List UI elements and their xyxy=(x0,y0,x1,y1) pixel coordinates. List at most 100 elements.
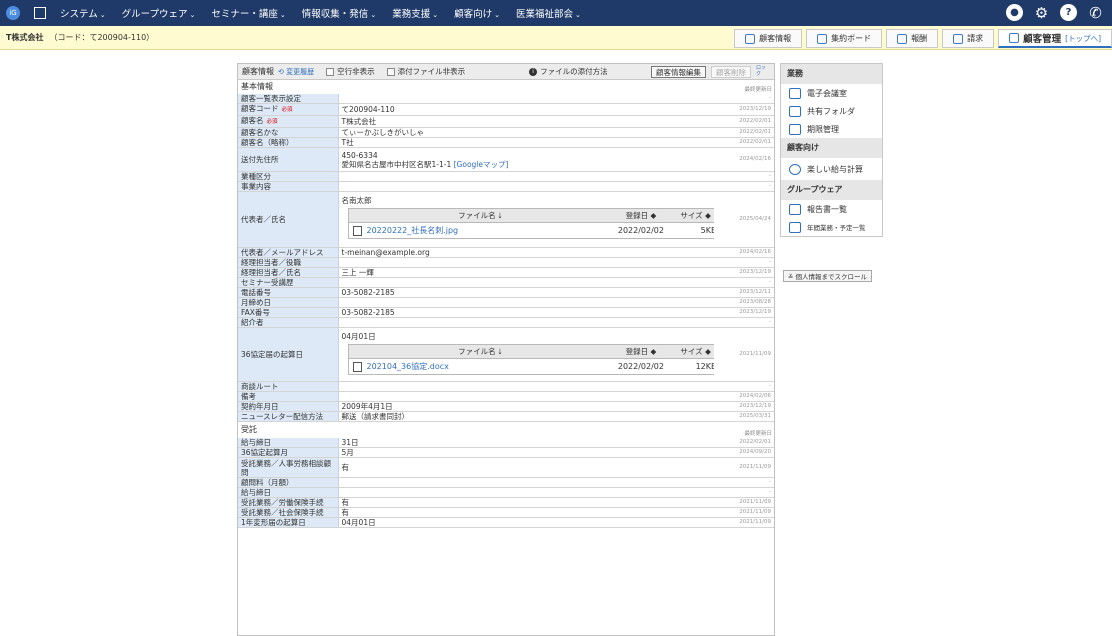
help-icon[interactable]: ? xyxy=(1060,4,1077,21)
table-row: ニュースレター配信方法 郵送（請求書同封） 2025/03/31 xyxy=(238,411,774,423)
table-row: 顧客名（略称） T社 2022/02/01 xyxy=(238,137,774,149)
table-row: セミナー受講歴 - xyxy=(238,277,774,289)
nav-item-customer[interactable]: 顧客向け ⌄ xyxy=(454,6,500,20)
file-row: 202104_36協定.docx2022/02/0212KB xyxy=(349,359,714,374)
sort-filename[interactable]: ファイル名 ⭣ xyxy=(349,347,612,356)
table-row: 紹介者 - xyxy=(238,317,774,329)
word-file-icon xyxy=(352,361,362,372)
hide-blank-checkbox[interactable]: 空行非表示 xyxy=(326,66,375,77)
table-row: 業種区分 - xyxy=(238,171,774,183)
updated-header: 最終更新日 xyxy=(744,431,772,438)
calendar-icon xyxy=(789,221,801,233)
table-row: 顧客コード 必須 て200904-110 2023/12/19 xyxy=(238,103,774,117)
required-badge: 必須 xyxy=(281,107,293,114)
tab-customer-info[interactable]: 顧客情報 xyxy=(734,29,803,48)
table-row: 契約年月日 2009年4月1日 2023/12/19 xyxy=(238,401,774,413)
chevron-down-icon: ⌄ xyxy=(494,11,500,19)
tab-board[interactable]: 集約ボード xyxy=(806,29,883,48)
side-item-conference[interactable]: 電子会議室 xyxy=(781,84,882,102)
chevron-down-icon: ⌄ xyxy=(370,11,377,19)
nav-item-info[interactable]: 情報収集・発信 ⌄ xyxy=(302,6,376,20)
side-section-business: 業務 xyxy=(781,64,882,84)
side-menu: 業務 電子会議室 共有フォルダ 期限管理 顧客向け 楽しい給与計算 グループウェ… xyxy=(780,63,883,237)
tab-invoice[interactable]: 請求 xyxy=(942,29,995,48)
nav-menu: システム ⌄ グループウェア ⌄ セミナー・講座 ⌄ 情報収集・発信 ⌄ 業務支援 ⌄ 顧… xyxy=(60,6,597,20)
side-item-shared-folder[interactable]: 共有フォルダ xyxy=(781,102,882,120)
nav-item-medical[interactable]: 医業福祉部会 ⌄ xyxy=(516,6,581,20)
yen-icon xyxy=(789,163,801,175)
history-link[interactable]: ⟲ 変更履歴 xyxy=(278,67,314,77)
user-icon[interactable]: ● xyxy=(1006,4,1023,21)
file-table-header: ファイル名 ⭣ 登録日 ◆ サイズ ◆ xyxy=(348,345,714,360)
sort-date[interactable]: 登録日 ◆ xyxy=(611,347,671,356)
table-row: 経理担当者／氏名 三上 一輝 2023/12/19 xyxy=(238,267,774,279)
table-row: 顧問料（月額） - xyxy=(238,477,774,489)
updated-header: 最終更新日 xyxy=(744,87,772,93)
chevron-down-icon: ⌄ xyxy=(99,11,106,19)
nav-item-system[interactable]: システム ⌄ xyxy=(60,6,106,20)
file-link[interactable]: 20220222_社長名刺.jpg xyxy=(367,226,459,235)
table-row: 代表者／メールアドレス t-meinan@example.org 2024/02/1… xyxy=(238,247,774,259)
table-row: 商談ルート - xyxy=(238,381,774,393)
side-item-annual-schedule[interactable]: 年間業務・予定一覧 xyxy=(781,218,882,236)
top-nav: iG システム ⌄ グループウェア ⌄ セミナー・講座 ⌄ 情報収集・発信 ⌄ 業務支援… xyxy=(0,0,1112,26)
table-row: 受託業務／社会保険手続有 2021/11/09 xyxy=(238,507,774,519)
top-link[interactable]: [トップへ] xyxy=(1065,33,1101,44)
section-title: 受託 xyxy=(241,425,257,435)
customer-panel: 顧客情報 ⟲ 変更履歴 空行非表示 添付ファイル非表示 i ファイルの添付方法 顧… xyxy=(237,63,775,636)
side-item-reports[interactable]: 報告書一覧 xyxy=(781,200,882,218)
app-logo[interactable]: iG xyxy=(6,6,20,20)
file-link[interactable]: 202104_36協定.docx xyxy=(367,362,449,371)
coins-icon xyxy=(897,33,908,44)
nav-item-seminar[interactable]: セミナー・講座 ⌄ xyxy=(211,6,285,20)
phone-icon[interactable]: ✆ xyxy=(1087,4,1104,22)
nav-item-business[interactable]: 業務支援 ⌄ xyxy=(392,6,438,20)
attach-method-link[interactable]: i ファイルの添付方法 xyxy=(529,66,608,77)
table-row: 給与締日 - xyxy=(238,487,774,499)
toolbar-title: 顧客情報 xyxy=(242,67,274,76)
table-row: 受託業務／人事労務相談顧問有 2021/11/09 xyxy=(238,457,774,479)
document-icon xyxy=(745,33,756,44)
table-row: 電話番号 03-5082-2185 2023/12/11 xyxy=(238,287,774,299)
google-map-link[interactable]: [Googleマップ] xyxy=(454,160,509,169)
side-section-groupware: グループウェア xyxy=(781,180,882,200)
table-row: 備考 2024/02/06 xyxy=(238,391,774,403)
section-trust: 受託 最終更新日 xyxy=(238,422,774,438)
table-row: 顧客名かな てぃーかぶしきがいしゃ 2022/02/01 xyxy=(238,127,774,139)
lock-button[interactable]: ロック xyxy=(756,65,770,77)
table-row: 経理担当者／役職 - xyxy=(238,257,774,269)
company-name: T株式会社 xyxy=(6,33,44,42)
company-bar: T株式会社 （コード：て200904-110） 顧客情報 集約ボード 報酬 請求 … xyxy=(0,26,1112,50)
tab-fee[interactable]: 報酬 xyxy=(886,29,939,48)
image-file-icon xyxy=(352,225,362,236)
hide-attach-checkbox[interactable]: 添付ファイル非表示 xyxy=(386,66,465,77)
side-item-deadline[interactable]: 期限管理 xyxy=(781,120,882,138)
nav-item-groupware[interactable]: グループウェア ⌄ xyxy=(122,6,196,20)
table-row: 36協定届の起算日 04月01日 ファイル名 ⭣ 登録日 ◆ サイズ ◆ 20210… xyxy=(238,327,774,383)
scroll-to-personal-button[interactable]: ≚ 個人情報までスクロール xyxy=(783,270,873,282)
file-table-header: ファイル名 ⭣ 登録日 ◆ サイズ ◆ xyxy=(348,209,714,224)
sort-filename[interactable]: ファイル名 ⭣ xyxy=(349,211,612,220)
chevron-down-icon: ⌄ xyxy=(279,11,286,19)
table-row: 顧客一覧表示設定 - xyxy=(238,94,774,105)
tab-customer-mgmt[interactable]: 顧客管理 [トップへ] xyxy=(998,29,1112,48)
basic-table: 顧客一覧表示設定 - 顧客コード 必須 て200904-110 2023/12/19 顧… xyxy=(238,94,774,423)
edit-button[interactable]: 顧客情報編集 xyxy=(651,66,706,78)
delete-button[interactable]: 顧客削除 xyxy=(711,66,751,78)
side-item-payroll[interactable]: 楽しい給与計算 xyxy=(781,158,882,180)
checkbox-box[interactable] xyxy=(326,67,335,76)
checkbox-box[interactable] xyxy=(386,67,395,76)
chevron-down-icon: ⌄ xyxy=(432,11,439,19)
sort-date[interactable]: 登録日 ◆ xyxy=(611,211,671,220)
sort-size[interactable]: サイズ ◆ xyxy=(671,347,714,356)
table-row: 36協定起算月 5月 2024/09/20 xyxy=(238,447,774,459)
home-icon[interactable] xyxy=(34,7,46,19)
sort-size[interactable]: サイズ ◆ xyxy=(671,211,714,220)
section-basic: 基本情報 最終更新日 xyxy=(238,80,774,94)
table-row: 代表者／氏名 名南太郎 ファイル名 ⭣ 登録日 ◆ サイズ ◆ 20220222_社… xyxy=(238,191,774,249)
trust-table: 給与締日 31日 2022/02/01 36協定起算月 5月 2024/09/20 受託… xyxy=(238,438,774,529)
gear-icon[interactable]: ⚙ xyxy=(1033,4,1050,22)
chevron-down-icon: ⌄ xyxy=(189,11,196,19)
table-row: 1年変形届の起算日 04月01日 2021/11/09 xyxy=(238,517,774,529)
company-info: T株式会社 （コード：て200904-110） xyxy=(6,32,154,43)
